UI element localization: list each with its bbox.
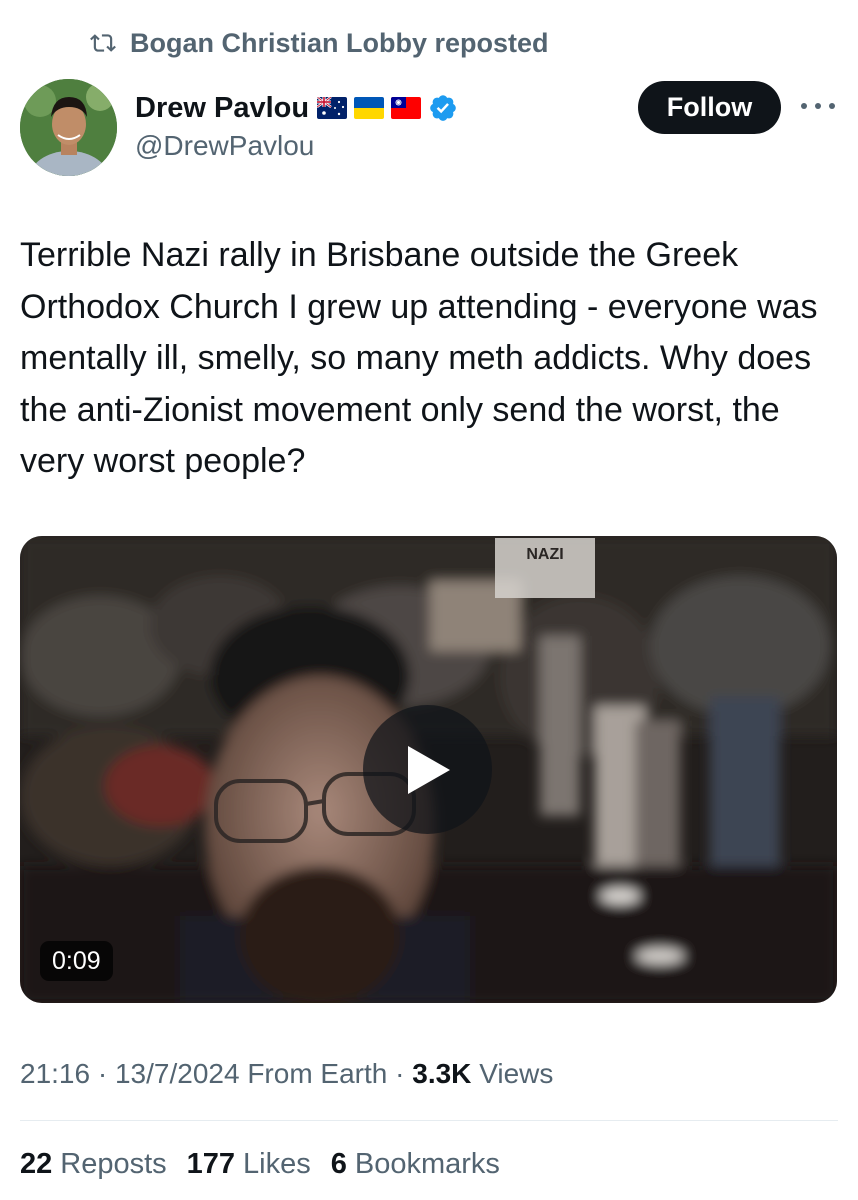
engagement-stats: 22 Reposts 177 Likes 6 Bookmarks xyxy=(20,1148,520,1181)
bookmarks-label: Bookmarks xyxy=(354,1148,500,1180)
author-name[interactable]: Drew Pavlou xyxy=(135,92,309,125)
verified-badge-icon xyxy=(428,93,458,123)
taiwan-flag-icon xyxy=(391,97,422,119)
video-player[interactable]: NAZI 0:09 xyxy=(20,536,837,1003)
repost-icon xyxy=(90,34,116,52)
separator-dot: · xyxy=(387,1058,413,1089)
tweet-time[interactable]: 21:16 xyxy=(20,1058,90,1090)
follow-button[interactable]: Follow xyxy=(638,81,781,134)
likes-label: Likes xyxy=(243,1148,311,1180)
repost-text: Bogan Christian Lobby reposted xyxy=(130,27,549,58)
australia-flag-icon xyxy=(317,97,348,119)
reposts-stat[interactable]: 22 Reposts xyxy=(20,1148,167,1181)
avatar[interactable] xyxy=(20,79,117,176)
reposts-count: 22 xyxy=(20,1148,53,1180)
bookmarks-stat[interactable]: 6 Bookmarks xyxy=(331,1148,500,1181)
separator-dot: · xyxy=(90,1058,115,1089)
tweet-source: From Earth xyxy=(247,1058,388,1089)
views-label[interactable]: Views xyxy=(479,1058,553,1090)
video-duration: 0:09 xyxy=(40,941,113,981)
separator-space xyxy=(471,1058,479,1090)
play-button[interactable] xyxy=(363,705,492,834)
more-options-icon[interactable] xyxy=(801,94,835,118)
ukraine-flag-icon xyxy=(354,97,385,119)
likes-count: 177 xyxy=(186,1148,236,1180)
tweet-meta: 21:16 · 13/7/2024 From Earth · 3.3K View… xyxy=(20,1058,553,1090)
divider xyxy=(20,1120,838,1121)
separator-dot xyxy=(240,1058,248,1090)
tweet-text: Terrible Nazi rally in Brisbane outside … xyxy=(20,236,818,480)
play-icon xyxy=(407,745,450,794)
bookmarks-count: 6 xyxy=(330,1148,347,1180)
author-handle[interactable]: @DrewPavlou xyxy=(135,130,314,162)
views-count[interactable]: 3.3K xyxy=(412,1058,471,1090)
tweet-date[interactable]: 13/7/2024 xyxy=(115,1058,240,1090)
reposts-label: Reposts xyxy=(60,1148,167,1180)
author-name-row[interactable]: Drew Pavlou xyxy=(135,88,458,128)
likes-stat[interactable]: 177 Likes xyxy=(187,1148,311,1181)
video-sign-text: NAZI xyxy=(526,546,563,563)
repost-indicator[interactable]: Bogan Christian Lobby reposted xyxy=(88,26,549,60)
